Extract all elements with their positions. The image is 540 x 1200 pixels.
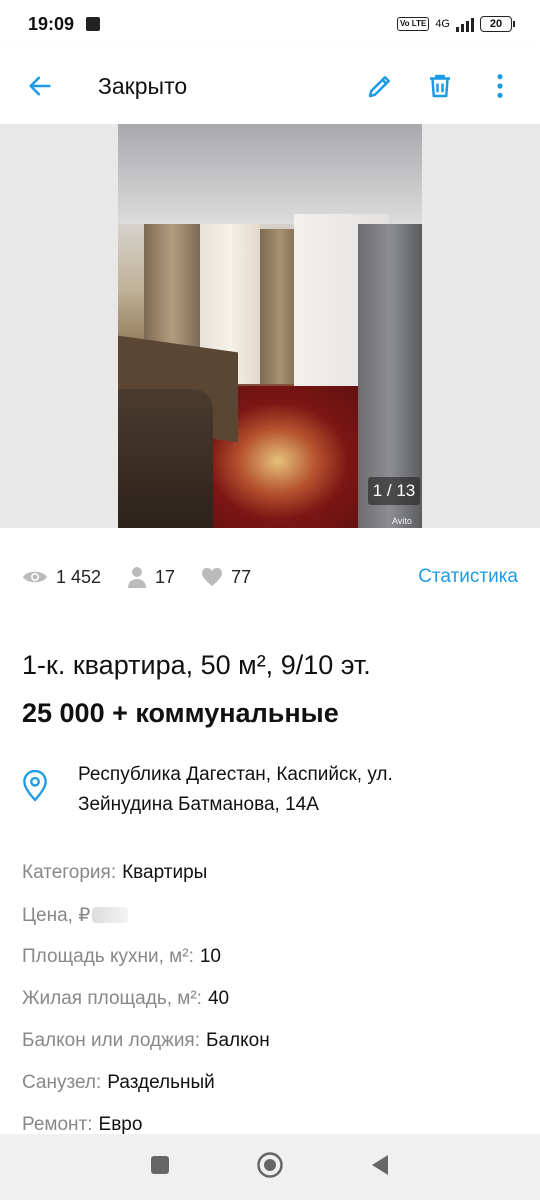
more-button[interactable] <box>478 64 522 108</box>
trash-icon <box>430 74 450 98</box>
arrow-back-icon <box>29 76 51 96</box>
listing-price: 25 000 + коммунальные <box>22 698 339 728</box>
delete-button[interactable] <box>418 64 462 108</box>
square-icon <box>151 1155 169 1174</box>
volte-icon: Vo LTE <box>396 17 430 31</box>
more-vertical-icon <box>497 74 503 98</box>
param-label: Цена, ₽ <box>22 904 91 926</box>
status-bar: 19:09 Vo LTE 4G 20 <box>0 0 540 48</box>
heart-icon <box>202 568 223 586</box>
edit-button[interactable] <box>358 64 402 108</box>
stats-bar: 1 452 17 77 Статистика <box>22 560 518 594</box>
system-nav-bar <box>0 1134 540 1200</box>
param-value: Балкон <box>206 1030 270 1051</box>
recents-button[interactable] <box>150 1155 170 1180</box>
back-button[interactable] <box>18 64 62 108</box>
eye-icon <box>23 571 47 583</box>
status-time: 19:09 <box>28 13 75 34</box>
avito-watermark: Avito <box>392 516 412 526</box>
notification-icon <box>86 17 101 31</box>
blurred-value <box>92 907 129 923</box>
network-type: 4G <box>435 18 450 30</box>
photo-gallery[interactable]: 1 / 13 <box>0 124 540 528</box>
param-value: 40 <box>207 988 230 1009</box>
param-label: Балкон или лоджия: <box>22 1030 201 1051</box>
favorites-count: 77 <box>231 566 252 587</box>
toolbar-actions <box>358 64 522 108</box>
status-indicators: Vo LTE 4G 20 <box>396 16 515 32</box>
param-label: Категория: <box>22 862 117 883</box>
location-pin-icon <box>23 770 47 802</box>
param-label: Ремонт: <box>22 1114 93 1135</box>
listing-photo[interactable]: 1 / 13 <box>118 124 422 528</box>
param-value: Квартиры <box>122 862 208 883</box>
battery-icon: 20 <box>480 16 515 32</box>
app-toolbar: Закрыто <box>0 48 540 124</box>
back-nav-button[interactable] <box>370 1154 390 1181</box>
address-block[interactable]: Республика Дагестан, Каспийск, ул. Зейну… <box>22 760 518 820</box>
views-count: 1 452 <box>56 566 102 587</box>
circle-icon <box>257 1151 283 1178</box>
param-label: Жилая площадь, м²: <box>22 988 202 1009</box>
param-value: Евро <box>98 1114 143 1135</box>
listing-title: 1-к. квартира, 50 м², 9/10 эт. <box>22 650 371 680</box>
photo-ceiling <box>118 124 422 224</box>
param-value: 10 <box>199 946 221 967</box>
param-row: Площадь кухни, м²: 10 <box>22 936 518 978</box>
address-text: Республика Дагестан, Каспийск, ул. Зейну… <box>78 764 393 815</box>
contacts-stat: 17 <box>127 566 175 588</box>
photo-chair <box>118 389 213 528</box>
triangle-back-icon <box>372 1154 388 1175</box>
contacts-count: 17 <box>155 566 176 587</box>
param-row: Жилая площадь, м²: 40 <box>22 978 518 1020</box>
param-label: Площадь кухни, м²: <box>22 946 194 967</box>
photo-counter: 1 / 13 <box>368 477 420 505</box>
favorites-stat: 77 <box>201 567 251 588</box>
param-row: Санузел: Раздельный <box>22 1062 518 1104</box>
param-value: Раздельный <box>107 1072 215 1093</box>
signal-icon <box>456 16 474 32</box>
param-row: Категория: Квартиры <box>22 852 518 894</box>
page-title: Закрыто <box>98 72 188 99</box>
param-row: Балкон или лоджия: Балкон <box>22 1020 518 1062</box>
home-button[interactable] <box>256 1151 284 1184</box>
params-list: Категория: Квартиры Цена, ₽ Площадь кухн… <box>22 852 518 1146</box>
pencil-icon <box>368 76 390 98</box>
param-label: Санузел: <box>22 1072 102 1093</box>
person-icon <box>128 567 147 588</box>
statistics-link[interactable]: Статистика <box>418 566 518 588</box>
views-stat: 1 452 <box>22 567 101 588</box>
param-row: Цена, ₽ <box>22 894 518 936</box>
